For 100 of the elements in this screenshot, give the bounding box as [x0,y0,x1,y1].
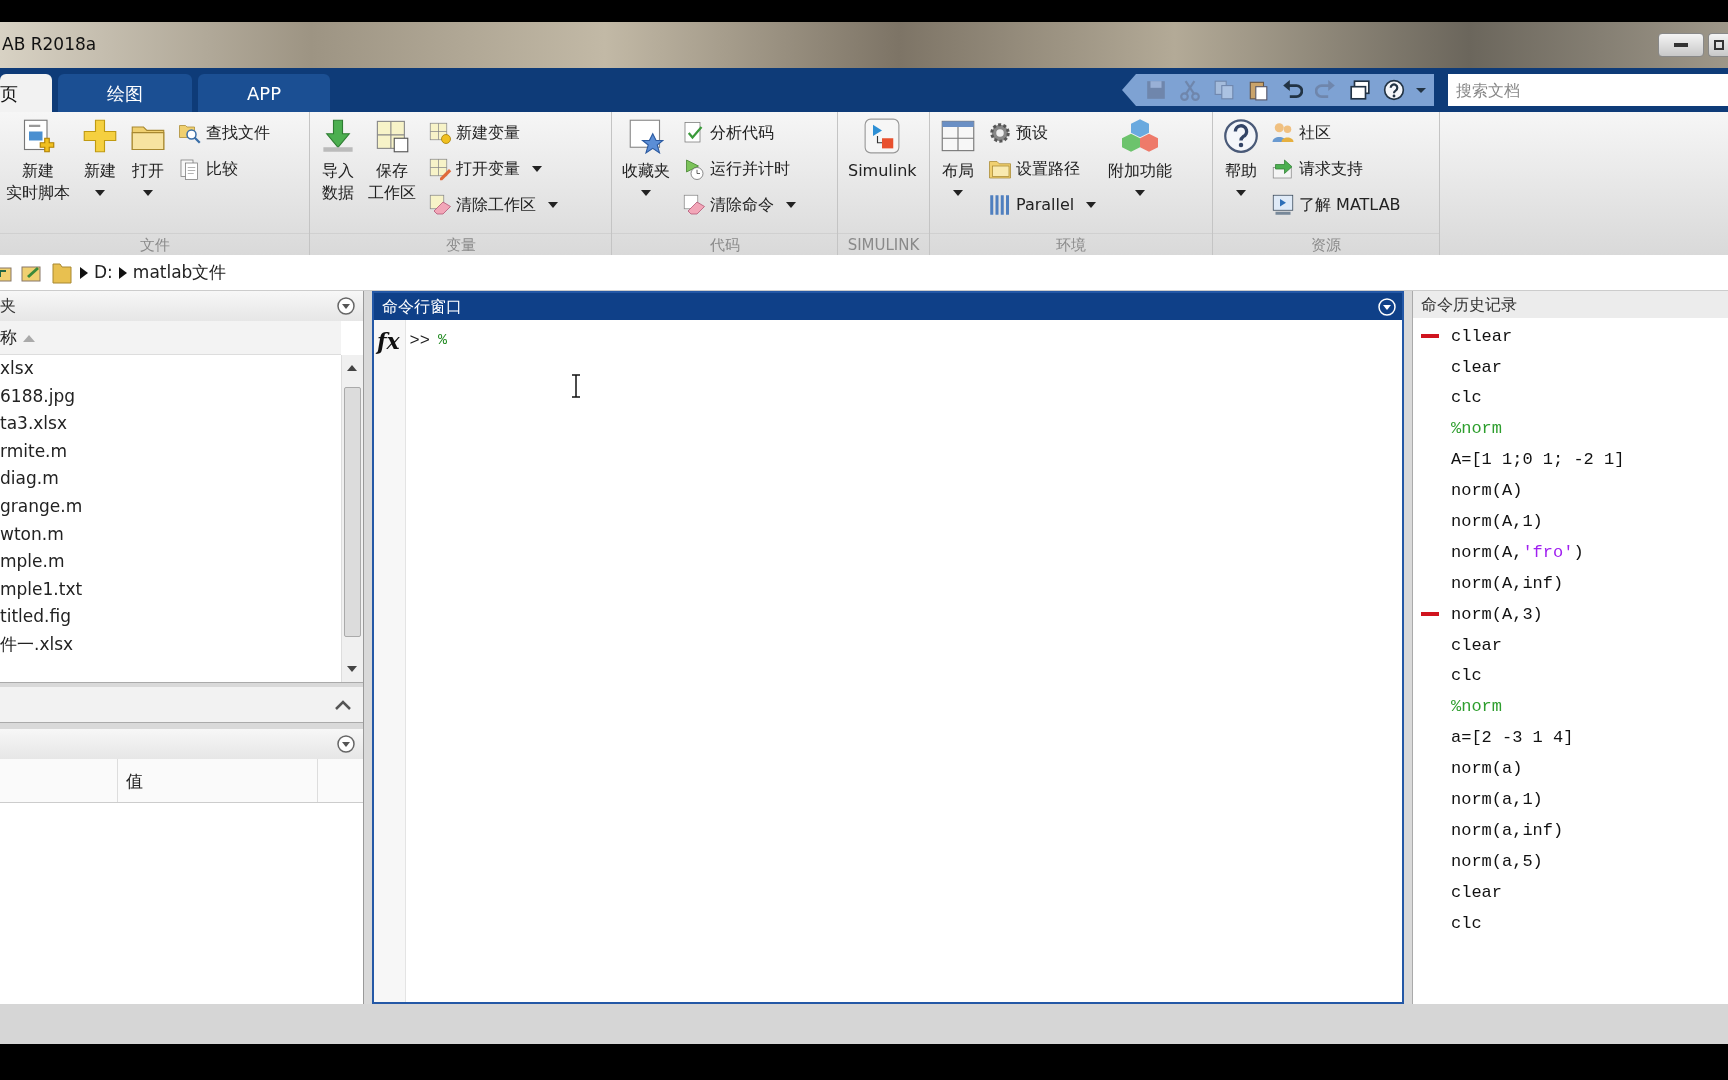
file-name[interactable]: grange.m [0,492,341,521]
column-header[interactable]: 称 [0,324,17,351]
ribbon-button[interactable]: 新建 [76,118,124,196]
cubes-icon [1122,118,1159,154]
ribbon-button[interactable]: 设置路径 [988,154,1097,184]
ribbon-button[interactable]: 预设 [988,118,1097,148]
file-name[interactable]: wton.m [0,520,341,549]
ribbon-button[interactable]: 了解 MATLAB [1271,190,1401,220]
windows-icon [1349,79,1371,101]
ribbon-button[interactable]: 帮助 [1217,118,1265,196]
plus-icon [82,118,118,154]
history-entry[interactable]: norm(A,3) [1451,601,1543,628]
sort-arrow-icon [23,333,35,342]
chevron-icon [118,266,127,279]
minimize-icon [1674,43,1688,47]
file-name[interactable]: ta3.xlsx [0,410,341,438]
file-name[interactable]: rmite.m [0,437,341,466]
command-prompt: >> [409,330,430,353]
ribbon-button[interactable]: 社区 [1271,118,1401,148]
history-entry[interactable]: clear [1451,879,1502,906]
layout-icon [940,118,976,154]
arrow-icon [1271,157,1295,181]
copy-icon [1213,79,1235,101]
scroll-down-icon[interactable] [347,666,357,672]
ribbon-tab[interactable]: 页 [0,74,52,112]
ribbon-button[interactable]: 新建 实时脚本 [0,118,76,204]
ribbon-button[interactable]: 收藏夹 [616,118,676,196]
ribbon-button[interactable]: 查找文件 [178,118,270,148]
file-name[interactable]: mple.m [0,548,341,576]
search-field[interactable]: 搜索文档 [1448,74,1728,106]
people-icon [1271,121,1295,145]
path-segment[interactable]: matlab文件 [132,259,227,286]
star-icon [628,118,664,154]
history-entry[interactable]: norm(a) [1451,756,1523,782]
bars-icon [988,193,1012,217]
ribbon-button[interactable]: 清除工作区 [428,190,558,220]
history-entry[interactable]: norm(A,inf) [1451,570,1564,597]
monitor-icon [1271,193,1295,217]
ribbon-button[interactable]: 打开变量 [428,154,558,184]
scroll-thumb[interactable] [344,387,361,637]
ribbon-button[interactable]: 新建变量 [428,118,558,148]
file-name[interactable]: 6188.jpg [0,382,341,411]
minimize-button[interactable] [1658,33,1704,57]
dropdown-icon[interactable] [337,297,355,315]
ribbon-tab[interactable]: APP [198,74,330,112]
help-icon [1223,118,1259,154]
ribbon-button[interactable]: 比较 [178,154,270,184]
file-name[interactable]: 件一.xlsx [0,630,341,659]
history-entry[interactable]: clear [1451,632,1502,659]
diagram-icon [864,118,901,154]
ribbon-button[interactable]: Parallel [988,190,1097,220]
history-entry[interactable]: A=[1 1;0 1; -2 1] [1451,447,1625,473]
maximize-icon [1713,40,1724,50]
ribbon-tab[interactable]: 绘图 [58,74,192,112]
ribbon-button[interactable]: 分析代码 [682,118,796,148]
chevron-icon [80,266,88,279]
history-entry[interactable]: clc [1451,385,1482,411]
eraser-icon [428,193,452,217]
dropdown-icon[interactable] [337,735,355,753]
ribbon-button[interactable]: 导入 数据 [314,118,362,204]
history-entry[interactable]: clear [1451,354,1502,381]
save-icon [1145,79,1167,101]
maximize-button[interactable] [1708,33,1728,57]
expand-icon[interactable] [335,699,351,710]
scrollbar[interactable] [341,355,363,682]
function-browser-button[interactable]: fx [375,326,402,356]
file-name[interactable]: diag.m [0,465,341,493]
folder-icon [50,260,74,285]
history-entry[interactable]: cllear [1451,323,1513,350]
path-segment[interactable]: D: [94,259,113,286]
history-entry[interactable]: %norm [1451,416,1502,442]
history-entry[interactable]: %norm [1451,694,1502,720]
ribbon-button[interactable]: 请求支持 [1271,154,1401,184]
history-entry[interactable]: clc [1451,910,1482,937]
history-entry[interactable]: norm(a,1) [1451,787,1543,813]
panel-title: 夹 [0,295,16,317]
history-entry[interactable]: norm(A) [1451,478,1523,504]
ribbon-button[interactable]: Simulink [842,118,923,204]
ribbon-button[interactable]: 布局 [934,118,982,196]
ribbon-button[interactable]: 运行并计时 [682,154,796,184]
scroll-up-icon[interactable] [347,365,357,371]
ribbon-button[interactable]: 附加功能 [1102,118,1179,196]
file-name[interactable]: titled.fig [0,603,341,631]
history-entry[interactable]: norm(A,'fro') [1451,539,1584,566]
history-entry[interactable]: norm(a,inf) [1451,817,1564,844]
gear-icon [988,121,1012,145]
scissors-icon [1179,79,1201,101]
ribbon-button[interactable]: 清除命令 [682,190,796,220]
text-cursor-icon [572,374,580,398]
command-input[interactable]: % [438,329,447,353]
grid-plus-icon [428,121,452,145]
history-entry[interactable]: clc [1451,663,1482,689]
history-entry[interactable]: a=[2 -3 1 4] [1451,725,1574,751]
ribbon-button[interactable]: 保存 工作区 [362,118,422,204]
history-entry[interactable]: norm(A,1) [1451,509,1543,535]
history-entry[interactable]: norm(a,5) [1451,848,1543,875]
ribbon-button[interactable]: 打开 [124,118,172,196]
file-name[interactable]: xlsx [0,355,341,383]
undo-icon [1281,79,1303,101]
file-name[interactable]: mple1.txt [0,575,341,604]
